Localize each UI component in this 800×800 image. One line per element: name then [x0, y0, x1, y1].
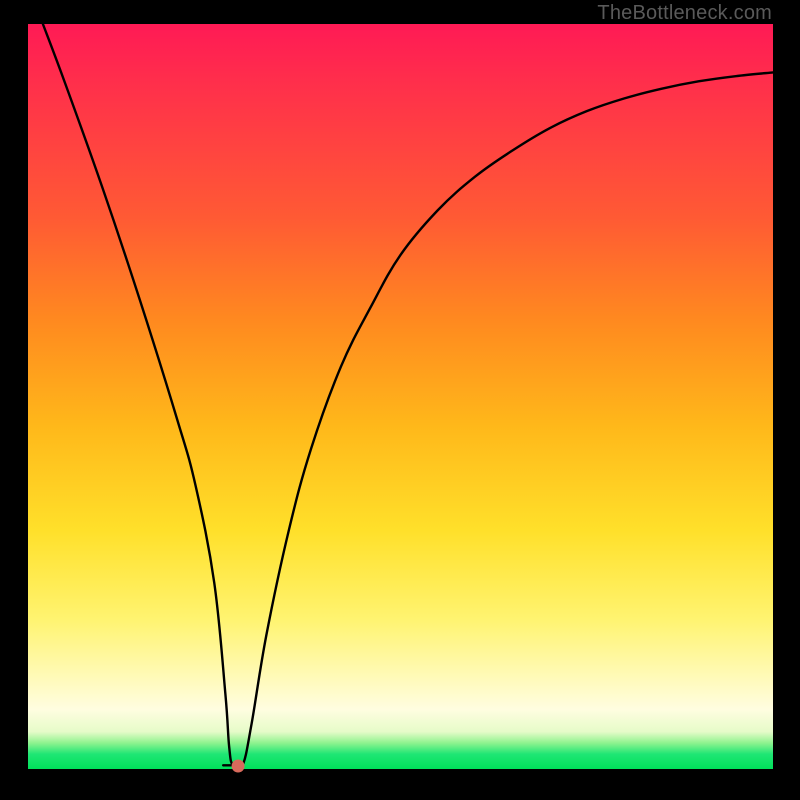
- optimal-point-marker: [232, 760, 245, 773]
- bottleneck-curve: [43, 24, 773, 769]
- plot-area: [28, 24, 773, 769]
- curve-layer: [28, 24, 773, 769]
- watermark-text: TheBottleneck.com: [597, 2, 772, 25]
- chart-stage: TheBottleneck.com: [0, 0, 800, 800]
